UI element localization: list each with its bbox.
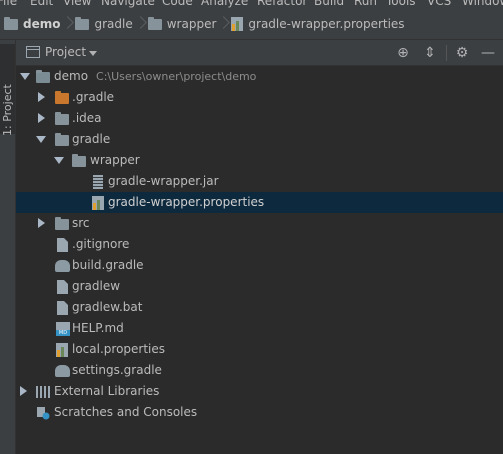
chevron-right-icon [63,9,73,40]
tree-item-gradlew[interactable]: gradlew [16,276,503,297]
tree-item-src[interactable]: src [16,213,503,234]
tree-item-label: .gitignore [72,237,130,251]
tree-item-label: gradlew.bat [72,300,143,314]
text-file-icon [57,238,68,252]
gradle-file-icon [55,260,70,272]
folder-icon [147,16,162,30]
tree-item-external-libraries[interactable]: External Libraries [16,381,503,402]
properties-file-icon [231,17,244,31]
collapse-arrow-icon[interactable] [54,157,64,164]
tool-window-strip: 1: Project [0,40,16,454]
tree-item-settings-gradle[interactable]: settings.gradle [16,360,503,381]
tree-item-build-gradle[interactable]: build.gradle [16,255,503,276]
tree-item-label: src [72,216,90,230]
breadcrumb-item-gradle-wrapper-properties[interactable]: gradle-wrapper.properties [231,9,405,39]
markdown-file-icon [56,322,70,336]
tree-item-label: settings.gradle [72,363,162,377]
tree-item-demo[interactable]: demo C:\Users\owner\project\demo [16,66,503,87]
folder-icon [75,16,90,30]
tree-item-label: External Libraries [54,384,160,398]
menu-code[interactable]: Code [162,0,193,8]
expand-arrow-icon[interactable] [38,92,45,102]
tree-item-dot-idea[interactable]: .idea [16,108,503,129]
tree-item-label: Scratches and Consoles [54,405,198,419]
tree-item-label: demo [54,69,89,83]
jar-file-icon [93,175,103,189]
text-file-icon [57,280,68,294]
chevron-down-icon[interactable] [89,51,97,56]
minimize-icon[interactable]: — [479,44,497,62]
tree-item-label: build.gradle [72,258,144,272]
libraries-icon [36,386,50,398]
tree-item-dot-gradle[interactable]: .gradle [16,87,503,108]
properties-file-icon [56,343,68,357]
project-view-icon [26,46,40,58]
folder-icon [55,217,69,230]
menu-edit[interactable]: Edit [30,0,53,8]
breadcrumb-item-gradle[interactable]: gradle [75,9,133,39]
tree-item-gradle-wrapper-properties[interactable]: gradle-wrapper.properties [16,192,503,213]
chevron-right-icon [219,9,229,40]
tree-item-label: gradle-wrapper.jar [108,174,219,188]
breadcrumb-item-demo[interactable]: demo [4,9,60,39]
menu-view[interactable]: View [63,0,91,8]
text-file-icon [57,301,68,315]
expand-arrow-icon[interactable] [38,113,45,123]
tree-item-label: gradle [72,132,111,146]
tree-item-label: .idea [72,111,102,125]
menu-analyze[interactable]: Analyze [201,0,248,8]
menu-vcs[interactable]: VCS [427,0,451,8]
module-path: C:\Users\owner\project\demo [96,70,257,83]
tree-item-label: gradle-wrapper.properties [108,195,265,209]
collapse-arrow-icon[interactable] [36,136,46,143]
menu-navigate[interactable]: Navigate [101,0,155,8]
tree-item-label: wrapper [90,153,140,167]
tree-item-help-md[interactable]: HELP.md [16,318,503,339]
menu-refactor[interactable]: Refactor [257,0,307,8]
tree-item-wrapper[interactable]: wrapper [16,150,503,171]
menu-tools[interactable]: Tools [386,0,416,8]
scratches-icon [36,406,50,420]
panel-title[interactable]: Project [45,45,86,59]
menu-file[interactable]: File [0,0,17,8]
tree-item-gradle[interactable]: gradle [16,129,503,150]
folder-icon [55,133,69,146]
tree-item-local-properties[interactable]: local.properties [16,339,503,360]
project-tree: demo C:\Users\owner\project\demo .gradle … [16,66,503,454]
breadcrumb: demo gradle wrapper gradle-wrapper.prope… [0,9,503,40]
folder-icon [55,91,69,104]
tree-item-gitignore[interactable]: .gitignore [16,234,503,255]
tree-item-gradle-wrapper-jar[interactable]: gradle-wrapper.jar [16,171,503,192]
expand-arrow-icon[interactable] [38,218,45,228]
folder-icon [4,16,18,30]
folder-icon [72,154,86,167]
toolbar-divider [446,45,447,61]
gradle-file-icon [55,365,70,377]
collapse-arrow-icon[interactable] [20,73,30,80]
collapse-all-icon[interactable]: ⇕ [421,44,439,62]
menu-bar: File Edit View Navigate Code Analyze Ref… [0,0,503,9]
expand-arrow-icon[interactable] [20,386,27,396]
gear-icon[interactable]: ⚙ [453,44,471,62]
chevron-right-icon [136,9,146,40]
project-panel-header: Project ⊕ ⇕ ⚙ — [16,40,503,66]
tree-item-label: HELP.md [72,321,124,335]
tree-item-scratches[interactable]: Scratches and Consoles [16,402,503,423]
project-tab-label: 1: Project [1,84,14,136]
module-folder-icon [36,70,50,83]
tree-item-label: gradlew [72,279,121,293]
breadcrumb-item-wrapper[interactable]: wrapper [147,9,216,39]
folder-icon [55,112,69,125]
tree-item-gradlew-bat[interactable]: gradlew.bat [16,297,503,318]
tree-item-label: local.properties [72,342,166,356]
menu-build[interactable]: Build [314,0,344,8]
menu-run[interactable]: Run [354,0,377,8]
properties-file-icon [92,196,104,210]
menu-window[interactable]: Window [462,0,503,8]
tree-item-label: .gradle [72,90,115,104]
locate-icon[interactable]: ⊕ [394,44,412,62]
project-tool-window-tab[interactable]: 1: Project [0,44,15,136]
